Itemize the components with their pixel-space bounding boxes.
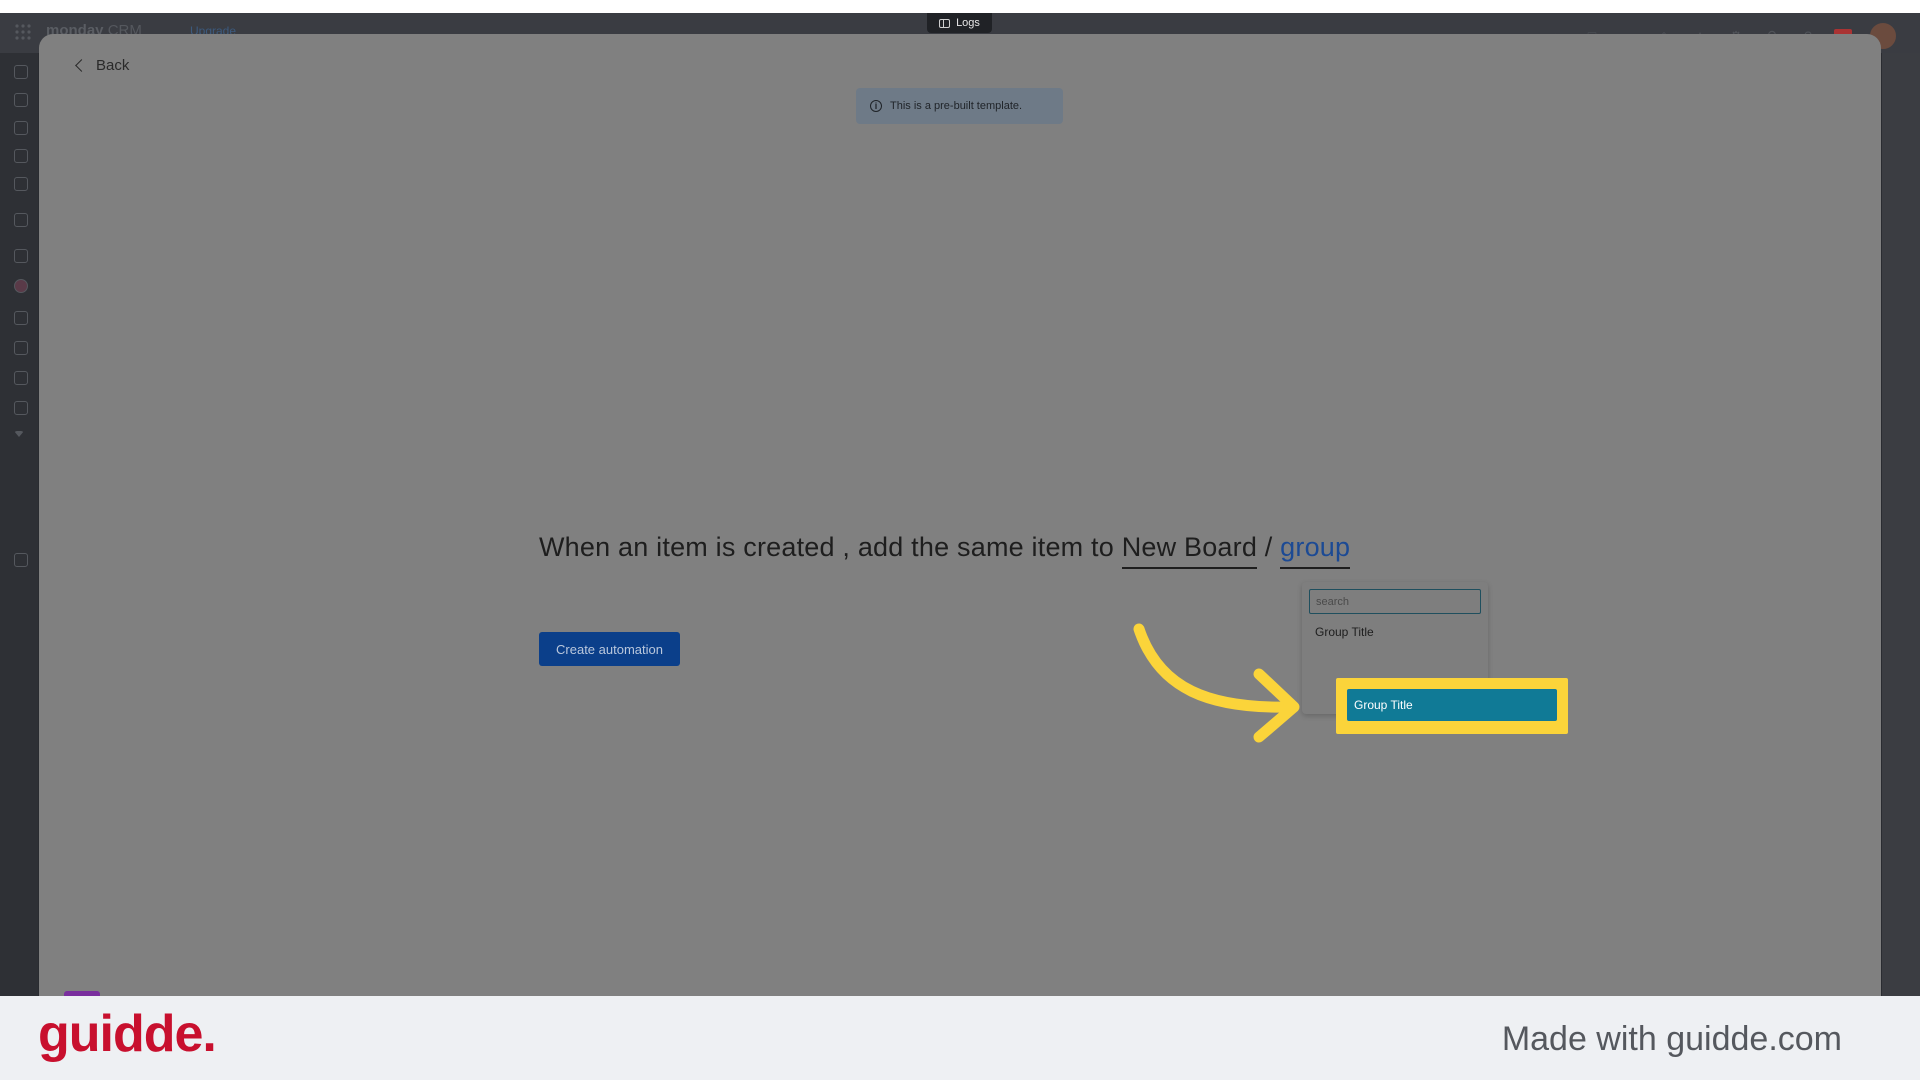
info-banner: i This is a pre-built template. [856, 88, 1063, 124]
list-icon[interactable] [14, 121, 28, 135]
left-sidebar [0, 53, 38, 996]
board-token[interactable]: New Board [1121, 532, 1258, 569]
automation-modal: Back i This is a pre-built template. Whe… [39, 34, 1881, 996]
board-icon-4[interactable] [14, 553, 28, 567]
workspace-avatar-icon[interactable] [14, 279, 28, 293]
workspace-icon[interactable] [14, 249, 28, 263]
dropdown-option-selected[interactable]: Group Title [1347, 689, 1557, 721]
board-icon-3[interactable] [14, 401, 28, 415]
made-with-text: Made with guidde.com [1501, 1020, 1842, 1058]
logs-label: Logs [956, 17, 980, 29]
board-icon-2[interactable] [14, 341, 28, 355]
home-icon[interactable] [14, 65, 28, 79]
doc-icon[interactable] [14, 371, 28, 385]
board-icon[interactable] [14, 311, 28, 325]
footer: guidde. Made with guidde.com [0, 996, 1920, 1080]
panel-icon [939, 18, 951, 28]
star-icon[interactable] [14, 213, 28, 227]
automation-sentence: When an item is created , add the same i… [539, 532, 1351, 569]
dropdown-option[interactable]: Group Title [1315, 625, 1374, 639]
back-label: Back [96, 57, 130, 74]
create-automation-button[interactable]: Create automation [539, 632, 680, 666]
info-icon: i [870, 100, 882, 112]
apps-grid-icon[interactable] [14, 23, 32, 41]
curved-arrow-icon [1133, 623, 1300, 743]
back-button[interactable]: Back [73, 57, 129, 74]
chevron-left-icon [75, 59, 88, 72]
guidde-logo: guidde. [38, 1005, 217, 1063]
sentence-text: When an item is created , add the same i… [539, 532, 1122, 562]
tag-icon[interactable] [14, 177, 28, 191]
caret-down-icon[interactable] [14, 431, 24, 437]
top-strip [0, 0, 1920, 13]
search-input[interactable] [1309, 589, 1481, 614]
group-token[interactable]: group [1280, 532, 1351, 569]
background-board [1882, 53, 1920, 996]
sentence-separator: / [1257, 532, 1281, 562]
info-text: This is a pre-built template. [890, 100, 1023, 112]
logs-tab[interactable]: Logs [927, 13, 992, 33]
work-icon[interactable] [14, 93, 28, 107]
send-icon[interactable] [14, 149, 28, 163]
